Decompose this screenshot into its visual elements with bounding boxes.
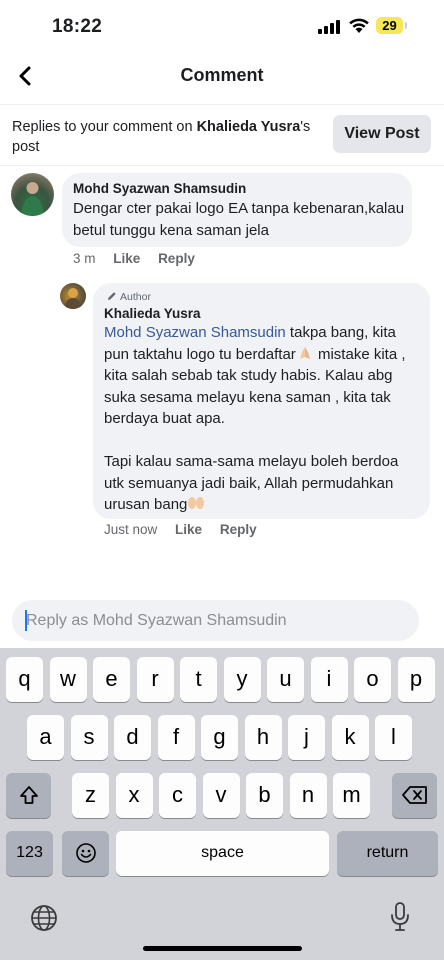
reply-input[interactable]: [26, 600, 411, 641]
key-x[interactable]: x: [115, 773, 153, 818]
comment-actions: 3 m Like Reply: [73, 251, 209, 266]
wifi-icon: [349, 18, 369, 33]
key-n[interactable]: n: [289, 773, 327, 818]
key-r[interactable]: r: [136, 657, 174, 702]
key-s[interactable]: s: [70, 715, 108, 760]
comment-timestamp: 3 m: [73, 251, 96, 266]
key-k[interactable]: k: [331, 715, 369, 760]
replies-header: Replies to your comment on Khalieda Yusr…: [0, 104, 444, 166]
reply-like-button[interactable]: Like: [175, 522, 202, 537]
reply-text-para2: Tapi kalau sama-sama melayu boleh berdoa…: [104, 453, 399, 513]
reply-bubble: Author Khalieda Yusra Mohd Syazwan Shams…: [93, 283, 430, 519]
battery-indicator: 29: [376, 17, 403, 34]
numbers-key[interactable]: 123: [6, 831, 53, 876]
view-post-button[interactable]: View Post: [333, 115, 431, 153]
mention-link[interactable]: Mohd Syazwan Shamsudin: [104, 324, 286, 341]
microphone-icon[interactable]: [389, 901, 411, 933]
key-e[interactable]: e: [93, 657, 130, 702]
top-nav: Comment: [0, 52, 444, 102]
key-l[interactable]: l: [375, 715, 412, 760]
key-q[interactable]: q: [6, 657, 43, 702]
emoji-icon: [75, 843, 96, 863]
reply-text: Mohd Syazwan Shamsudin takpa bang, kita …: [104, 322, 422, 516]
home-indicator: [143, 946, 302, 951]
key-j[interactable]: j: [288, 715, 325, 760]
shift-key[interactable]: [6, 773, 51, 818]
key-f[interactable]: f: [157, 715, 195, 760]
commenter-avatar[interactable]: [11, 173, 54, 216]
comment-author[interactable]: Mohd Syazwan Shamsudin: [73, 181, 246, 196]
author-badge-label: Author: [120, 291, 151, 303]
backspace-key[interactable]: [392, 773, 437, 818]
emoji-key[interactable]: [62, 831, 109, 876]
space-key[interactable]: space: [116, 831, 329, 876]
status-bar: 18:22 29: [0, 0, 444, 52]
key-o[interactable]: o: [354, 657, 391, 702]
battery-tip: [405, 22, 407, 29]
key-h[interactable]: h: [244, 715, 282, 760]
key-i[interactable]: i: [310, 657, 348, 702]
key-z[interactable]: z: [72, 773, 109, 818]
shift-icon: [19, 786, 38, 804]
return-key[interactable]: return: [337, 831, 438, 876]
key-c[interactable]: c: [159, 773, 196, 818]
status-time: 18:22: [52, 16, 103, 37]
replies-header-prefix: Replies to your comment on: [12, 119, 197, 135]
backspace-icon: [401, 786, 427, 804]
key-a[interactable]: a: [27, 715, 64, 760]
comment-reply-button[interactable]: Reply: [158, 251, 195, 266]
page-title: Comment: [180, 65, 264, 85]
key-d[interactable]: d: [114, 715, 151, 760]
author-avatar[interactable]: [60, 283, 86, 309]
reply-timestamp: Just now: [104, 522, 158, 537]
key-b[interactable]: b: [246, 773, 283, 818]
open-hands-emoji-icon: [188, 497, 205, 509]
pencil-icon: [108, 292, 116, 300]
comment-bubble: Mohd Syazwan Shamsudin Dengar cter pakai…: [62, 173, 412, 247]
author-badge: Author: [107, 291, 151, 303]
replies-header-text: Replies to your comment on Khalieda Yusr…: [12, 117, 322, 157]
reply-author[interactable]: Khalieda Yusra: [104, 306, 201, 321]
cellular-signal-icon: [318, 20, 342, 34]
key-m[interactable]: m: [333, 773, 370, 818]
key-w[interactable]: w: [49, 657, 87, 702]
post-owner-name[interactable]: Khalieda Yusra: [197, 119, 301, 135]
reply-input-container[interactable]: [12, 600, 419, 641]
key-g[interactable]: g: [201, 715, 238, 760]
key-p[interactable]: p: [397, 657, 435, 702]
comment-text: Dengar cter pakai logo EA tanpa kebenara…: [73, 200, 405, 239]
comment-like-button[interactable]: Like: [113, 251, 140, 266]
globe-icon[interactable]: [29, 903, 59, 933]
key-t[interactable]: t: [180, 657, 217, 702]
folded-hands-emoji-icon: [299, 346, 310, 359]
key-u[interactable]: u: [267, 657, 304, 702]
reply-reply-button[interactable]: Reply: [220, 522, 257, 537]
key-y[interactable]: y: [223, 657, 261, 702]
reply-actions: Just now Like Reply: [104, 522, 271, 537]
key-v[interactable]: v: [202, 773, 240, 818]
